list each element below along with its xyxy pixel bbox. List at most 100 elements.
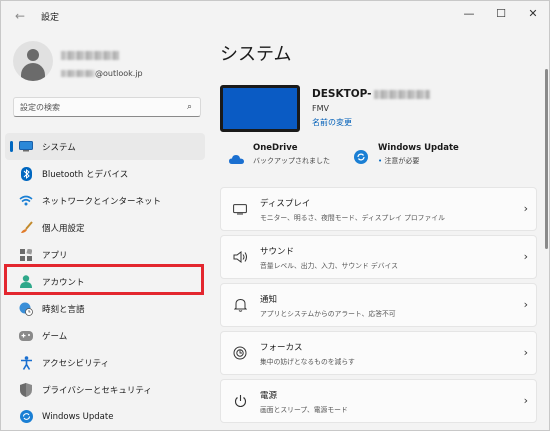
profile-email: @outlook.jp [61,69,143,78]
chevron-right-icon: › [523,346,528,359]
sidebar-item-label: 時刻と言語 [42,304,85,315]
setting-sound[interactable]: サウンド 音量レベル、出力、入力、サウンド デバイス › [220,235,537,279]
setting-focus[interactable]: フォーカス 集中の妨げとなるものを減らす › [220,331,537,375]
cloud-icon [229,149,244,164]
chevron-right-icon: › [523,250,528,263]
sidebar-item-privacy[interactable]: プライバシーとセキュリティ [5,376,205,403]
search-box[interactable]: ⌕ [13,97,201,117]
search-input[interactable] [20,102,180,112]
main-content: システム DESKTOP- FMV 名前の変更 OneDrive バックアップさ… [213,31,549,430]
sidebar-item-label: ネットワークとインターネット [42,196,162,207]
onedrive-title: OneDrive [253,143,298,153]
status-row: OneDrive バックアップされました Windows Update • 注意… [229,143,459,166]
redacted-name [61,50,119,60]
gamepad-icon [19,329,33,343]
globe-clock-icon [19,302,33,316]
redacted-email [61,69,95,77]
sidebar-item-time-language[interactable]: 時刻と言語 [5,295,205,322]
shield-icon [19,382,33,397]
sidebar-item-accounts[interactable]: アカウント [5,268,205,295]
minimize-button[interactable]: — [453,1,485,25]
setting-power[interactable]: 電源 画面とスリープ、電源モード › [220,379,537,423]
setting-sub: 音量レベル、出力、入力、サウンド デバイス [260,261,398,270]
setting-text: ディスプレイ モニター、明るさ、夜間モード、ディスプレイ プロファイル [260,197,445,222]
chevron-right-icon: › [523,202,528,215]
device-model: FMV [312,104,329,113]
apps-icon [19,248,33,262]
scrollbar[interactable] [545,69,548,249]
device-info: DESKTOP- FMV 名前の変更 [312,88,430,132]
sidebar-item-personalization[interactable]: 個人用設定 [5,214,205,241]
onedrive-sub: バックアップされました [253,157,330,165]
sidebar-item-label: ゲーム [42,331,68,342]
setting-notifications[interactable]: 通知 アプリとシステムからのアラート、応答不可 › [220,283,537,327]
setting-title: 通知 [260,294,278,305]
arrow-left-icon: ← [14,9,26,23]
wifi-icon [19,194,33,208]
windows-update-status[interactable]: Windows Update • 注意が必要 [354,143,459,166]
update-icon [19,410,33,424]
device-name-prefix: DESKTOP- [312,88,372,100]
search-icon[interactable]: ⌕ [187,102,192,112]
sidebar-item-label: Windows Update [42,411,114,422]
setting-sub: モニター、明るさ、夜間モード、ディスプレイ プロファイル [260,213,445,222]
setting-text: フォーカス 集中の妨げとなるものを減らす [260,341,355,366]
onedrive-status[interactable]: OneDrive バックアップされました [229,143,330,166]
onedrive-text: OneDrive バックアップされました [253,143,330,166]
sidebar-item-label: アプリ [42,250,68,261]
avatar-head [27,49,39,61]
sidebar-item-label: アクセシビリティ [42,358,110,369]
windows-update-sub: • 注意が必要 [378,156,459,166]
device-header: DESKTOP- FMV 名前の変更 [220,85,430,132]
avatar-body [21,63,45,81]
page-title: システム [220,44,292,65]
setting-title: フォーカス [260,342,303,353]
sidebar-item-label: アカウント [42,277,85,288]
setting-sub: アプリとシステムからのアラート、応答不可 [260,309,396,318]
avatar [13,41,53,81]
device-image [220,85,300,132]
email-suffix: @outlook.jp [95,68,143,78]
bell-icon [232,297,248,313]
sidebar-item-label: 個人用設定 [42,223,85,234]
user-profile[interactable]: @outlook.jp [13,41,143,81]
sidebar-item-system[interactable]: システム [5,133,205,160]
setting-title: ディスプレイ [260,198,311,209]
back-button[interactable]: ← [12,8,28,24]
settings-list: ディスプレイ モニター、明るさ、夜間モード、ディスプレイ プロファイル › サウ… [220,187,537,427]
setting-title: サウンド [260,246,295,257]
sync-icon [354,149,368,164]
sidebar-item-network[interactable]: ネットワークとインターネット [5,187,205,214]
monitor-icon [19,140,33,154]
sidebar-item-windows-update[interactable]: Windows Update [5,403,205,430]
device-name: DESKTOP- [312,88,430,100]
sidebar-item-label: Bluetooth とデバイス [42,169,129,180]
windows-update-title: Windows Update [378,143,459,153]
setting-text: 電源 画面とスリープ、電源モード [260,389,348,414]
setting-text: 通知 アプリとシステムからのアラート、応答不可 [260,293,396,318]
sidebar-item-gaming[interactable]: ゲーム [5,322,205,349]
sidebar-nav: システム Bluetooth とデバイス ネットワークとインターネット 個人用設… [5,133,205,430]
redacted-device-suffix [373,89,430,99]
app-title: 設定 [41,12,60,23]
profile-name [61,45,143,64]
sidebar: @outlook.jp ⌕ システム Bluetooth とデバイス [1,31,213,430]
speaker-icon [232,249,248,265]
close-button[interactable]: ✕ [517,1,549,25]
maximize-button[interactable]: ☐ [485,1,517,25]
brush-icon [19,221,33,235]
sidebar-item-accessibility[interactable]: アクセシビリティ [5,349,205,376]
setting-sub: 集中の妨げとなるものを減らす [260,357,355,366]
windows-update-text: Windows Update • 注意が必要 [378,143,459,166]
chevron-right-icon: › [523,394,528,407]
title-bar: ← 設定 — ☐ ✕ [1,1,549,31]
settings-window: ← 設定 — ☐ ✕ @outlook.jp ⌕ [0,0,550,431]
sidebar-item-apps[interactable]: アプリ [5,241,205,268]
window-controls: — ☐ ✕ [453,1,549,31]
focus-icon [232,345,248,361]
bluetooth-icon [19,166,33,181]
setting-sub: 画面とスリープ、電源モード [260,405,348,414]
setting-display[interactable]: ディスプレイ モニター、明るさ、夜間モード、ディスプレイ プロファイル › [220,187,537,231]
rename-link[interactable]: 名前の変更 [312,117,430,128]
sidebar-item-bluetooth[interactable]: Bluetooth とデバイス [5,160,205,187]
